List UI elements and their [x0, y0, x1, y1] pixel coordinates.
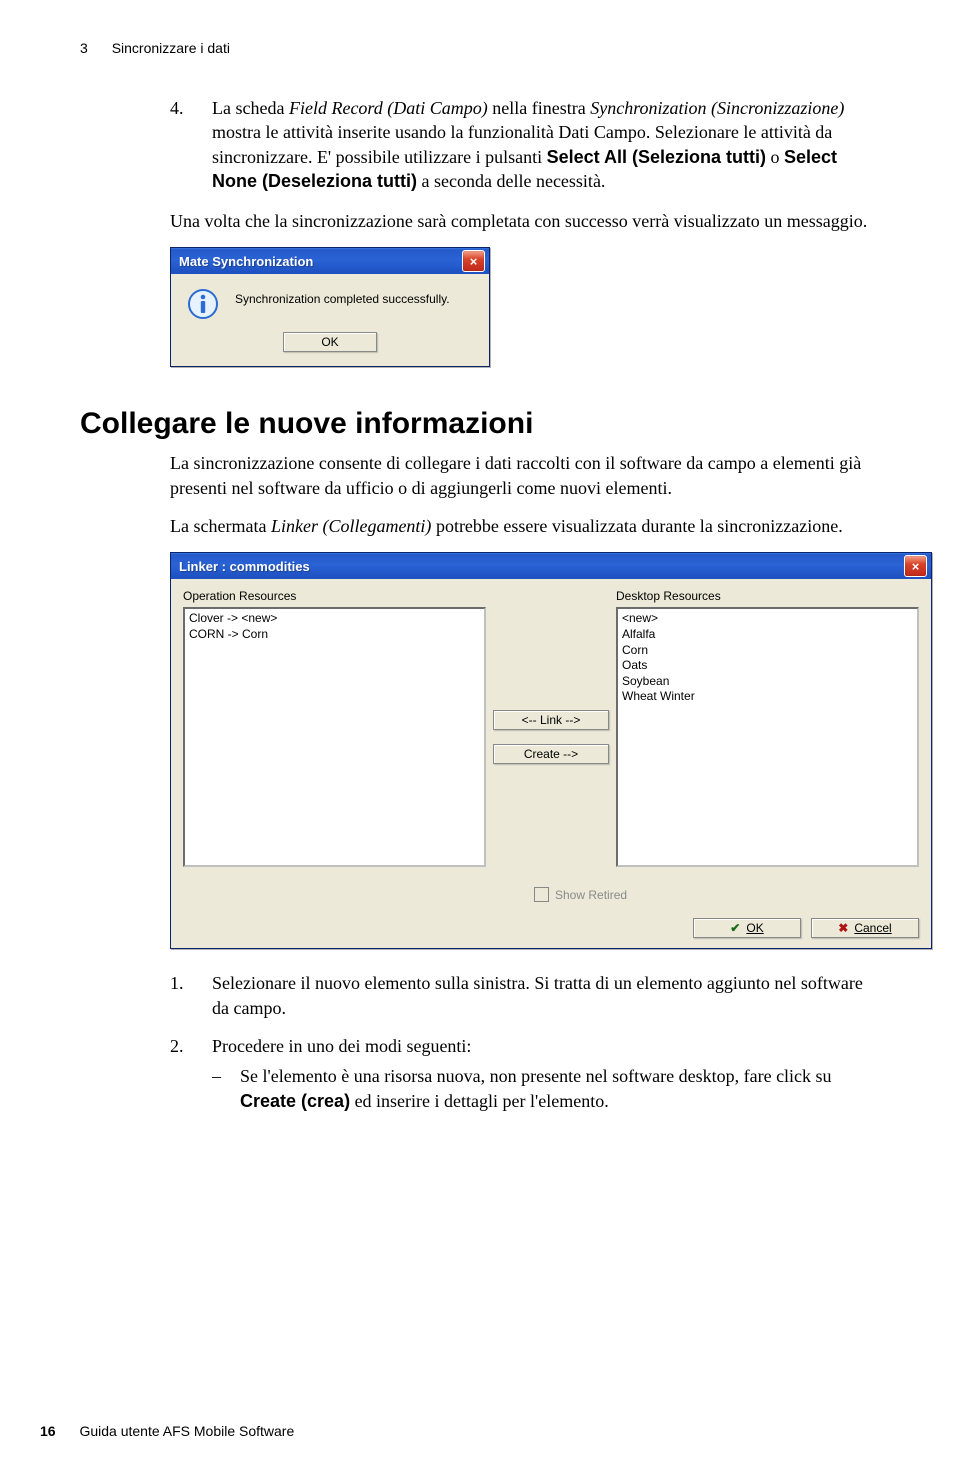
step-number: 2.	[170, 1034, 184, 1058]
list-item[interactable]: <new>	[622, 611, 913, 627]
paragraph: La schermata Linker (Collegamenti) potre…	[170, 514, 880, 538]
paragraph: Una volta che la sincronizzazione sarà c…	[170, 209, 880, 233]
step-number: 1.	[170, 971, 184, 995]
dialog-message: Synchronization completed successfully.	[235, 288, 450, 306]
page-footer: 16 Guida utente AFS Mobile Software	[40, 1423, 294, 1439]
desktop-resources-list[interactable]: <new> Alfalfa Corn Oats Soybean Wheat Wi…	[616, 607, 919, 867]
dialog-titlebar: Mate Synchronization ×	[171, 248, 489, 274]
step4-text: La scheda Field Record (Dati Campo) nell…	[212, 98, 844, 191]
message-dialog: Mate Synchronization × Synchronization c…	[170, 247, 490, 367]
close-icon[interactable]: ×	[904, 555, 927, 577]
list-item[interactable]: Alfalfa	[622, 627, 913, 643]
list-item: 1. Selezionare il nuovo elemento sulla s…	[170, 971, 880, 1020]
list-item: 2. Procedere in uno dei modi seguenti: S…	[170, 1034, 880, 1113]
list-item[interactable]: Wheat Winter	[622, 689, 913, 705]
linker-dialog: Linker : commodities × Operation Resourc…	[170, 552, 932, 949]
close-icon[interactable]: ×	[462, 250, 485, 272]
list-item[interactable]: Oats	[622, 658, 913, 674]
chapter-title: Sincronizzare i dati	[112, 40, 230, 56]
list-item[interactable]: Soybean	[622, 674, 913, 690]
step1-text: Selezionare il nuovo elemento sulla sini…	[212, 973, 863, 1017]
step2-text: Procedere in uno dei modi seguenti:	[212, 1036, 471, 1056]
page-number: 16	[40, 1423, 56, 1439]
section-heading: Collegare le nuove informazioni	[80, 407, 880, 441]
link-button[interactable]: <-- Link -->	[493, 710, 609, 730]
cancel-button[interactable]: ✖ Cancel	[811, 918, 919, 938]
show-retired-checkbox[interactable]	[534, 887, 549, 902]
step-number: 4.	[170, 96, 184, 120]
desktop-resources-label: Desktop Resources	[616, 589, 919, 603]
show-retired-label: Show Retired	[555, 888, 627, 902]
chapter-number: 3	[80, 40, 88, 56]
list-item[interactable]: Clover -> <new>	[189, 611, 480, 627]
list-item: 4. La scheda Field Record (Dati Campo) n…	[170, 96, 880, 193]
ok-button[interactable]: OK	[283, 332, 377, 352]
operation-resources-list[interactable]: Clover -> <new> CORN -> Corn	[183, 607, 486, 867]
create-button[interactable]: Create -->	[493, 744, 609, 764]
info-icon	[187, 288, 219, 320]
list-item[interactable]: CORN -> Corn	[189, 627, 480, 643]
paragraph: La sincronizzazione consente di collegar…	[170, 451, 880, 500]
list-item[interactable]: Corn	[622, 643, 913, 659]
dialog-title: Linker : commodities	[179, 559, 904, 574]
operation-resources-label: Operation Resources	[183, 589, 486, 603]
running-header: 3 Sincronizzare i dati	[80, 40, 880, 56]
show-retired-row: Show Retired	[494, 871, 919, 908]
ok-button[interactable]: ✔ OK	[693, 918, 801, 938]
dialog-titlebar: Linker : commodities ×	[171, 553, 931, 579]
sub-list-item: Se l'elemento è una risorsa nuova, non p…	[212, 1064, 880, 1113]
dialog-title: Mate Synchronization	[179, 254, 462, 269]
check-icon: ✔	[730, 921, 740, 935]
x-icon: ✖	[838, 921, 848, 935]
book-title: Guida utente AFS Mobile Software	[79, 1423, 294, 1439]
